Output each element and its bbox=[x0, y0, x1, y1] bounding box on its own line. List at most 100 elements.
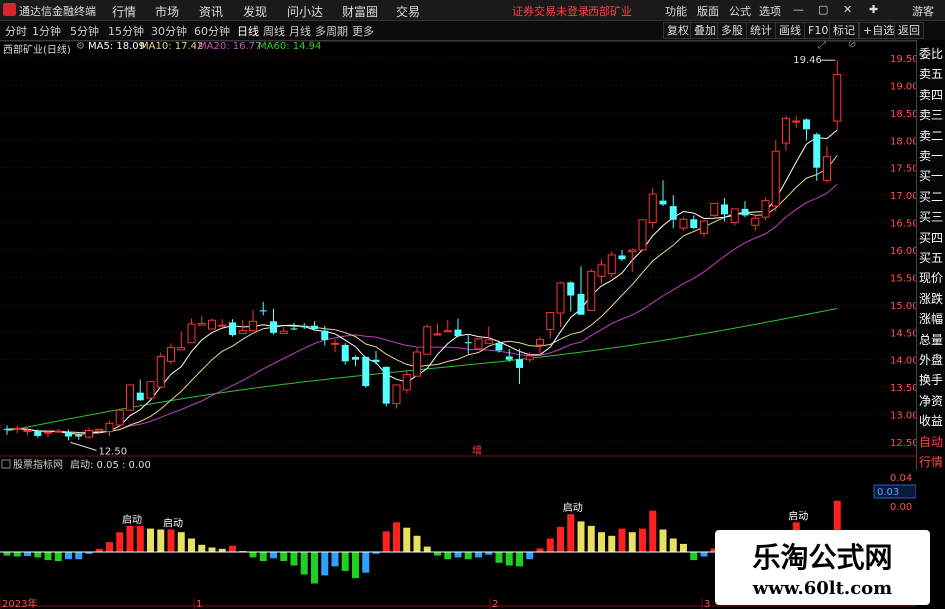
candle-body-down bbox=[341, 344, 349, 362]
adjust-button[interactable]: 复权 bbox=[663, 22, 693, 39]
candle bbox=[433, 323, 442, 336]
close-icon[interactable]: ✕ bbox=[843, 3, 852, 16]
multi-stock-button[interactable]: 多股 bbox=[717, 22, 747, 39]
candle bbox=[259, 302, 267, 316]
indicator-bar bbox=[608, 535, 616, 552]
add-watchlist-button[interactable]: +自选 bbox=[859, 22, 899, 39]
candle-body-up bbox=[423, 326, 432, 355]
period-tab-5min[interactable]: 5分钟 bbox=[70, 23, 99, 39]
draw-line-button[interactable]: 画线 bbox=[775, 22, 805, 39]
indicator-name[interactable]: 股票指标网 bbox=[13, 458, 63, 471]
candle-body-up bbox=[823, 156, 831, 181]
menu-news[interactable]: 资讯 bbox=[199, 3, 223, 20]
candle bbox=[700, 219, 708, 237]
low-price-label: 12.50 bbox=[99, 446, 128, 457]
candle bbox=[771, 140, 780, 212]
candle-body-down bbox=[577, 293, 585, 315]
indicator-bar bbox=[577, 521, 585, 552]
menu-quotes[interactable]: 行情 bbox=[112, 3, 136, 20]
indicator-bar bbox=[24, 552, 31, 557]
quote-panel-item: 换手 bbox=[919, 373, 944, 388]
indicator-bar bbox=[526, 552, 534, 560]
quote-panel-item: 涨跌 bbox=[919, 291, 944, 306]
period-tab-monthly[interactable]: 月线 bbox=[289, 23, 311, 39]
candle bbox=[803, 118, 810, 141]
menu-xiaoda[interactable]: 问小达 bbox=[287, 3, 323, 20]
low-pointer bbox=[70, 441, 97, 451]
period-tab-daily[interactable]: 日线 bbox=[237, 23, 259, 39]
indicator-bar bbox=[249, 552, 257, 558]
candle-body-up bbox=[146, 381, 155, 399]
price-tick-label: 15.50 bbox=[890, 273, 916, 284]
menu-market[interactable]: 市场 bbox=[155, 3, 179, 20]
indicator-bar bbox=[495, 552, 503, 563]
indicator-bar bbox=[321, 552, 329, 576]
indicator-bar bbox=[403, 527, 411, 552]
candle bbox=[730, 208, 739, 226]
period-tab-30min[interactable]: 30分钟 bbox=[151, 23, 187, 39]
indicator-bar bbox=[382, 531, 390, 552]
price-axis: 19.50 19.00 18.50 18.00 17.50 17.00 16.50 16.00… bbox=[873, 54, 916, 513]
login-status[interactable]: 证券交易未登录 bbox=[512, 3, 589, 19]
quote-panel-item: 委比 bbox=[919, 47, 944, 61]
candle bbox=[413, 347, 421, 377]
overlay-button[interactable]: 叠加 bbox=[690, 22, 720, 39]
kline-chart[interactable]: 启动 启动启动启动 19.46 12.50 增 19.5019.0018.5018… bbox=[0, 40, 916, 609]
indicator-bar bbox=[628, 532, 636, 552]
candle bbox=[690, 215, 698, 230]
candle-body-up bbox=[536, 338, 544, 346]
price-tick-label: 15.00 bbox=[890, 301, 916, 312]
menu-trade[interactable]: 交易 bbox=[396, 3, 420, 20]
menu-options[interactable]: 选项 bbox=[759, 3, 781, 19]
candle-body-up bbox=[187, 323, 196, 344]
period-tab-1min[interactable]: 1分钟 bbox=[32, 23, 61, 39]
mark-button[interactable]: 标记 bbox=[829, 22, 859, 39]
guest-button[interactable]: 游客 bbox=[912, 3, 934, 19]
period-tab-weekly[interactable]: 周线 bbox=[263, 23, 285, 39]
indicator-menu-icon[interactable] bbox=[1, 459, 11, 469]
quote-panel-item[interactable]: 行情 bbox=[919, 452, 945, 472]
maximize-icon[interactable]: ▢ bbox=[818, 3, 828, 16]
menu-layout[interactable]: 版面 bbox=[697, 3, 719, 19]
candle bbox=[648, 188, 657, 229]
period-tab-intraday[interactable]: 分时 bbox=[5, 23, 27, 39]
indicator-bar bbox=[352, 552, 359, 579]
high-price-label: 19.46 bbox=[793, 55, 822, 66]
minimize-icon[interactable]: — bbox=[793, 3, 804, 16]
quote-panel-item[interactable]: 自动 bbox=[919, 432, 945, 452]
candle-body-up bbox=[710, 202, 719, 216]
menu-wealth-circle[interactable]: 财富圈 bbox=[342, 3, 378, 20]
ma60-line bbox=[6, 308, 838, 432]
candle bbox=[597, 259, 606, 285]
pin-icon[interactable]: ✚ bbox=[869, 3, 878, 16]
candle bbox=[167, 343, 175, 365]
candle bbox=[484, 326, 493, 344]
period-tab-multi[interactable]: 多周期 bbox=[315, 23, 348, 39]
candle-body-up bbox=[607, 254, 616, 275]
period-tab-60min[interactable]: 60分钟 bbox=[194, 23, 230, 39]
period-tab-more[interactable]: 更多 bbox=[352, 23, 374, 39]
candle bbox=[833, 60, 842, 130]
candle-body-up bbox=[587, 270, 596, 311]
candle-body-up bbox=[177, 347, 186, 351]
statistics-button[interactable]: 统计 bbox=[746, 22, 776, 39]
candle-body-up bbox=[44, 431, 52, 434]
candle bbox=[218, 319, 227, 327]
candle-body-up bbox=[525, 355, 534, 361]
candle-body-down bbox=[65, 432, 72, 437]
menu-formula[interactable]: 公式 bbox=[729, 3, 751, 19]
menu-functions[interactable]: 功能 bbox=[665, 3, 687, 19]
date-label: 2023年 bbox=[2, 597, 37, 609]
period-tab-15min[interactable]: 15分钟 bbox=[108, 23, 144, 39]
back-button[interactable]: 返回 bbox=[894, 22, 924, 39]
chart-annotations: 19.46 12.50 增 bbox=[70, 55, 836, 457]
menu-discover[interactable]: 发现 bbox=[243, 3, 267, 20]
candle-body-up bbox=[833, 73, 842, 122]
candle bbox=[270, 308, 277, 335]
price-tick-label: 19.00 bbox=[890, 81, 916, 92]
candle-body-down bbox=[3, 428, 11, 430]
candle-body-up bbox=[208, 319, 216, 330]
candle bbox=[792, 115, 801, 128]
candle-body-down bbox=[567, 282, 575, 296]
indicator-scale-label: 0.04 bbox=[890, 473, 912, 484]
